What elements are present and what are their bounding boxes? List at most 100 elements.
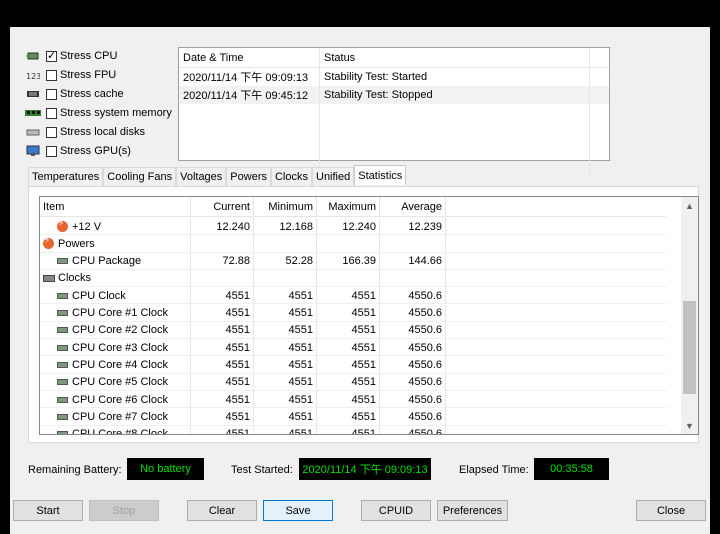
cpuid-button[interactable]: CPUID <box>361 500 431 521</box>
stress-option-label: Stress CPU <box>60 50 118 62</box>
log-header-status[interactable]: Status <box>320 48 590 67</box>
row-name-cell: CPU Core #2 Clock <box>40 321 191 339</box>
col-item[interactable]: Item <box>40 197 191 217</box>
clock-chip-icon <box>43 274 55 282</box>
elapsed-time-label: Elapsed Time: <box>459 464 529 476</box>
row-name: CPU Package <box>72 255 142 268</box>
log-row[interactable]: 2020/11/14 下午 09:45:12 Stability Test: S… <box>179 86 609 104</box>
row-name: CPU Core #3 Clock <box>72 341 168 354</box>
row-name: CPU Core #4 Clock <box>72 358 168 371</box>
log-row[interactable]: 2020/11/14 下午 09:09:13 Stability Test: S… <box>179 68 609 86</box>
average-value <box>380 269 446 287</box>
minimum-value <box>254 235 317 253</box>
disk-icon <box>24 125 42 139</box>
statistics-row[interactable]: CPU Core #4 Clock 4551 4551 4551 4550.6 <box>40 356 666 374</box>
row-name-cell: CPU Core #4 Clock <box>40 356 191 374</box>
statistics-row[interactable]: CPU Core #6 Clock 4551 4551 4551 4550.6 <box>40 391 666 409</box>
tab-statistics[interactable]: Statistics <box>354 165 407 185</box>
cpu-chip-icon <box>24 49 42 63</box>
start-button[interactable]: Start <box>13 500 83 521</box>
preferences-button[interactable]: Preferences <box>437 500 508 521</box>
average-value: 4550.6 <box>380 356 446 374</box>
clear-button[interactable]: Clear <box>187 500 257 521</box>
stress-option[interactable]: Stress CPU <box>24 47 117 65</box>
stress-option[interactable]: Stress cache <box>24 85 124 103</box>
stress-checkbox[interactable] <box>46 107 57 119</box>
statistics-row[interactable]: CPU Core #7 Clock 4551 4551 4551 4550.6 <box>40 408 666 426</box>
statistics-grid[interactable]: Item Current Minimum Maximum Average +12… <box>39 196 699 435</box>
memory-module-icon <box>24 106 42 120</box>
row-name: CPU Core #5 Clock <box>72 376 168 389</box>
stress-option-label: Stress local disks <box>60 126 145 138</box>
sensor-icon <box>57 344 68 351</box>
average-value <box>380 235 446 253</box>
stress-checkbox[interactable] <box>46 88 57 100</box>
statistics-row[interactable]: +12 V12.24012.16812.24012.239 <box>40 218 666 236</box>
statistics-row[interactable]: CPU Core #1 Clock 4551 4551 4551 4550.6 <box>40 304 666 322</box>
statistics-row[interactable]: CPU Package 72.88 52.28 166.39 144.66 <box>40 252 666 270</box>
stress-option[interactable]: 123 Stress FPU <box>24 66 116 84</box>
stress-checkbox[interactable] <box>46 49 57 62</box>
minimum-value: 4551 <box>254 373 317 391</box>
statistics-row[interactable]: Powers <box>40 235 666 253</box>
col-maximum[interactable]: Maximum <box>317 197 380 217</box>
stress-checkbox[interactable] <box>46 69 57 81</box>
sensor-icon <box>57 310 68 316</box>
current-value: 12.240 <box>191 218 254 235</box>
col-minimum[interactable]: Minimum <box>254 197 317 217</box>
maximum-value: 12.240 <box>317 218 380 235</box>
row-name-cell: CPU Core #8 Clock <box>40 425 191 434</box>
tab-powers[interactable]: Powers <box>226 167 271 186</box>
sensor-icon <box>57 258 68 265</box>
row-name-cell: Powers <box>40 235 191 253</box>
tab-temperatures[interactable]: Temperatures <box>28 167 104 186</box>
test-started-display: 2020/11/14 下午 09:09:13 <box>299 458 431 480</box>
current-value: 4551 <box>191 373 254 391</box>
statistics-row[interactable]: CPU Core #8 Clock 4551 4551 4551 4550.6 <box>40 425 666 434</box>
tab-clocks[interactable]: Clocks <box>270 167 312 186</box>
col-current[interactable]: Current <box>191 197 254 217</box>
elapsed-time-display: 00:35:58 <box>534 458 609 480</box>
scroll-up-icon[interactable]: ▲ <box>681 197 698 214</box>
maximum-value: 4551 <box>317 391 380 408</box>
stress-checkbox[interactable] <box>46 126 57 138</box>
minimum-value <box>254 269 317 287</box>
maximum-value: 4551 <box>317 304 380 322</box>
vertical-scrollbar[interactable]: ▲ ▼ <box>681 197 698 434</box>
scroll-thumb[interactable] <box>683 301 696 394</box>
event-log-table[interactable]: Date & Time Status 2020/11/14 下午 09:09:1… <box>178 47 610 177</box>
stress-option[interactable]: Stress system memory <box>24 104 172 122</box>
stability-test-window: Stress CPU 123 Stress FPU Stress cache Stres… <box>10 27 710 534</box>
statistics-row[interactable]: CPU Core #5 Clock 4551 4551 4551 4550.6 <box>40 373 666 391</box>
average-value: 12.239 <box>380 218 446 235</box>
tab-unified[interactable]: Unified <box>312 167 355 186</box>
col-average[interactable]: Average <box>380 197 446 217</box>
test-started-label: Test Started: <box>231 464 293 476</box>
maximum-value: 4551 <box>317 373 380 391</box>
statistics-row[interactable]: CPU Clock 4551 4551 4551 4550.6 <box>40 287 666 305</box>
sensor-icon <box>57 379 68 386</box>
tab-voltages[interactable]: Voltages <box>176 167 227 186</box>
row-name: CPU Clock <box>72 289 126 302</box>
row-name: CPU Core #2 Clock <box>72 324 168 337</box>
tab-cooling-fans[interactable]: Cooling Fans <box>103 167 177 186</box>
statistics-row[interactable]: CPU Core #2 Clock 4551 4551 4551 4550.6 <box>40 321 666 340</box>
stress-option[interactable]: Stress local disks <box>24 123 145 141</box>
stop-button[interactable]: Stop <box>89 500 159 521</box>
maximum-value: 4551 <box>317 321 380 339</box>
row-name-cell: CPU Clock <box>40 287 191 305</box>
scroll-down-icon[interactable]: ▼ <box>681 417 698 434</box>
statistics-row[interactable]: Clocks <box>40 269 666 288</box>
log-header-datetime[interactable]: Date & Time <box>179 48 320 67</box>
stress-option[interactable]: Stress GPU(s) <box>24 142 131 160</box>
close-button[interactable]: Close <box>636 500 706 521</box>
row-name-cell: CPU Core #6 Clock <box>40 391 191 408</box>
fpu-icon: 123 <box>24 68 42 82</box>
save-button[interactable]: Save <box>263 500 333 521</box>
stress-checkbox[interactable] <box>46 145 57 157</box>
sensor-icon <box>57 327 68 334</box>
statistics-row[interactable]: CPU Core #3 Clock 4551 4551 4551 4550.6 <box>40 339 666 357</box>
voltage-icon <box>57 219 68 232</box>
row-name-cell: CPU Core #5 Clock <box>40 373 191 391</box>
sensor-icon <box>57 361 68 368</box>
